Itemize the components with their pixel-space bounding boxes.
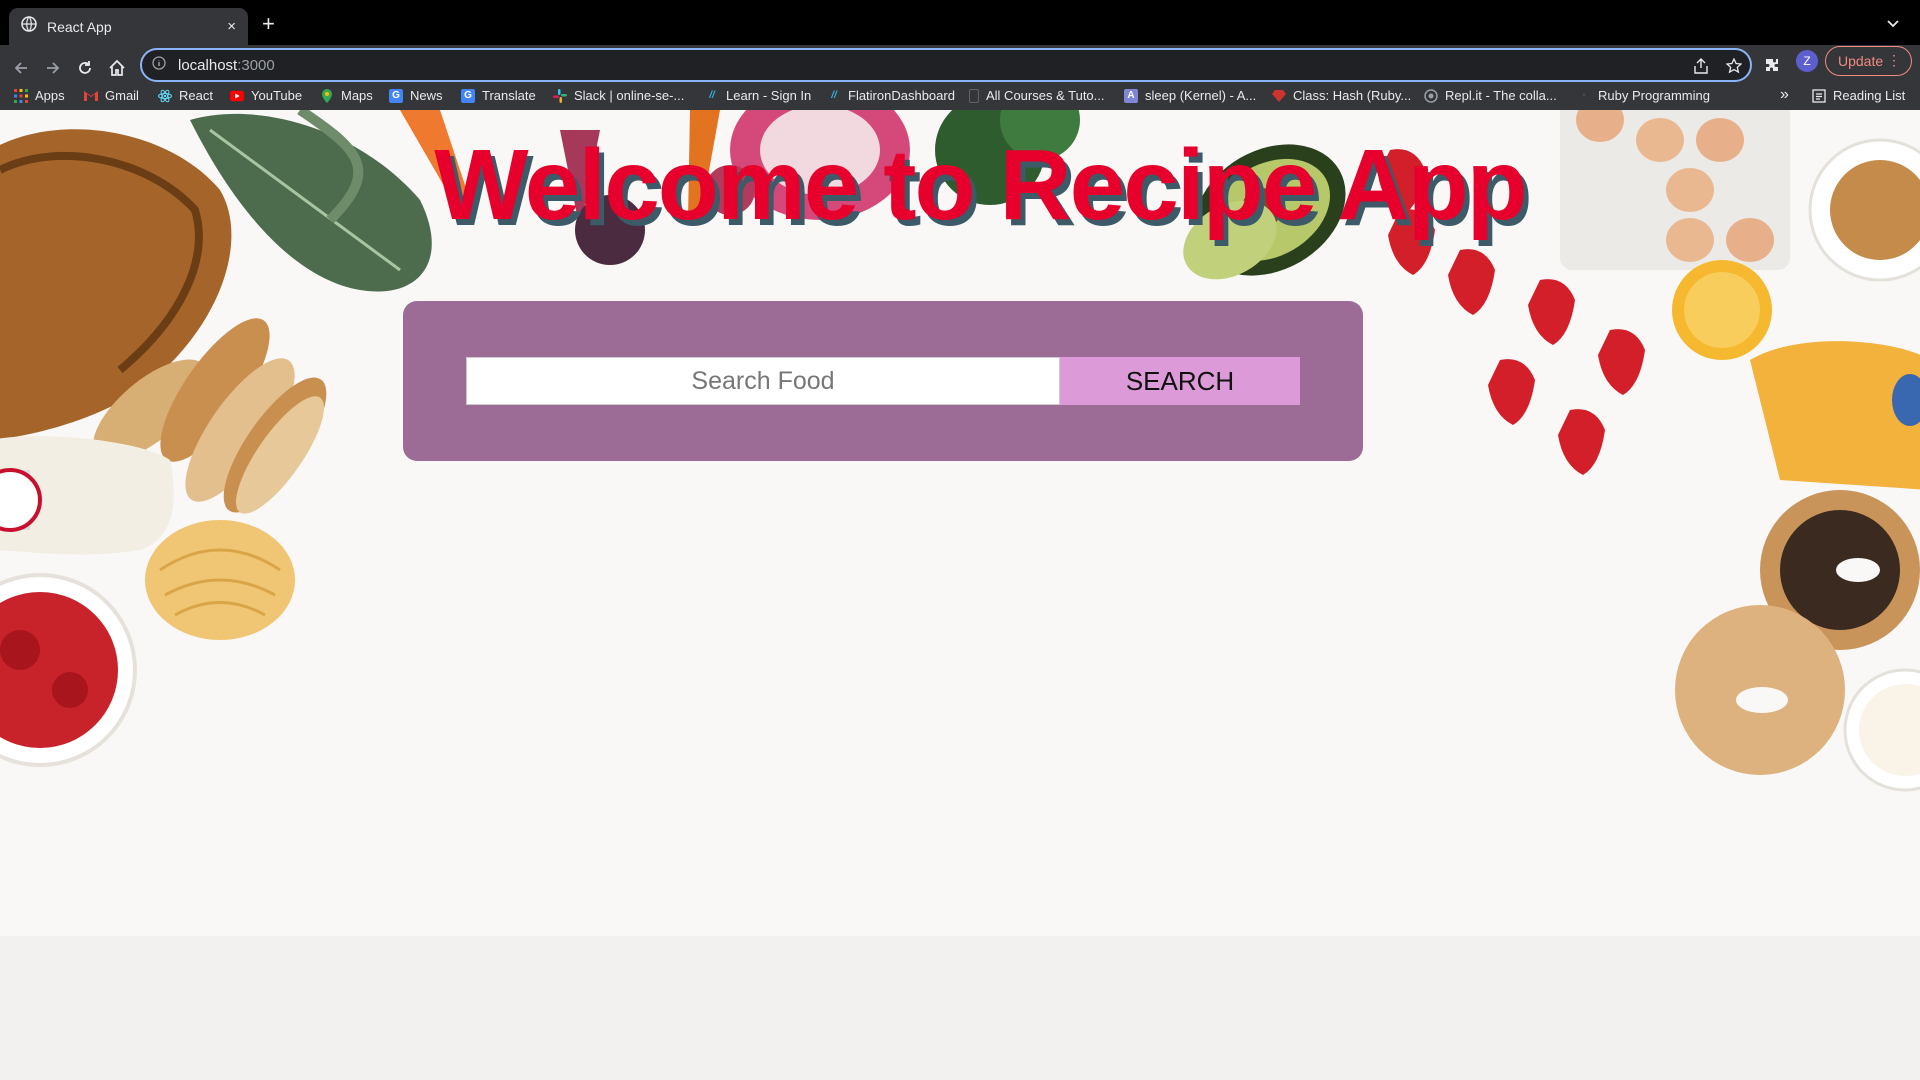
apps-grid-icon: [14, 88, 28, 103]
bookmark-label: Ruby Programming: [1598, 88, 1710, 103]
slack-icon: [553, 88, 567, 103]
back-icon[interactable]: [10, 57, 32, 79]
gmail-icon: [84, 89, 98, 103]
bookmark-label: Maps: [341, 88, 373, 103]
bookmark-class-hash[interactable]: Class: Hash (Ruby...: [1272, 88, 1411, 103]
tab-strip: React App × +: [0, 0, 1920, 45]
reading-list-label: Reading List: [1833, 88, 1906, 103]
bookmark-label: Gmail: [105, 88, 139, 103]
bookmark-label: Apps: [35, 88, 65, 103]
reading-list-button[interactable]: Reading List: [1812, 88, 1905, 103]
maps-icon: [320, 88, 334, 103]
news-icon: G: [389, 88, 403, 103]
home-icon[interactable]: [106, 57, 128, 79]
bookmarks-bar: Apps Gmail React YouTube Maps G News G Tra…: [0, 82, 1920, 110]
bookmark-label: sleep (Kernel) - A...: [1145, 88, 1257, 103]
extensions-icon[interactable]: [1764, 57, 1780, 78]
bookmark-slack[interactable]: Slack | online-se-...: [553, 88, 684, 103]
bookmark-youtube[interactable]: YouTube: [230, 88, 302, 103]
page-lower-background: [0, 936, 1920, 1080]
bookmark-react[interactable]: React: [158, 88, 213, 103]
bookmark-news[interactable]: G News: [389, 88, 443, 103]
bookmark-gmail[interactable]: Gmail: [84, 88, 139, 103]
bookmark-maps[interactable]: Maps: [320, 88, 373, 103]
bookmark-label: All Courses & Tuto...: [986, 88, 1105, 103]
bookmark-star-icon[interactable]: [1725, 57, 1743, 79]
bookmark-learn[interactable]: // Learn - Sign In: [705, 88, 811, 103]
tab-react-app[interactable]: React App ×: [9, 8, 248, 45]
bookmark-label: React: [179, 88, 213, 103]
url-text: localhost:3000: [178, 57, 275, 74]
bookmark-label: Translate: [482, 88, 536, 103]
update-button[interactable]: Update ⋮: [1825, 46, 1912, 76]
search-input[interactable]: [466, 357, 1060, 405]
bookmark-replit[interactable]: Repl.it - The colla...: [1424, 88, 1557, 103]
globe-icon: [21, 16, 37, 37]
ruby-icon: [1272, 89, 1286, 103]
url-path: :3000: [237, 56, 275, 74]
profile-avatar[interactable]: Z: [1796, 50, 1818, 72]
bookmark-sleep-kernel[interactable]: Asleep (Kernel) - A...: [1124, 88, 1256, 103]
reading-list-icon: [1812, 88, 1826, 103]
address-bar[interactable]: localhost:3000: [140, 48, 1752, 82]
update-label: Update: [1838, 53, 1884, 69]
page-viewport: Welcome to Recipe App SEARCH: [0, 110, 1920, 1080]
bookmark-translate[interactable]: G Translate: [461, 88, 536, 103]
bookmarks-overflow-button[interactable]: »: [1780, 86, 1789, 104]
youtube-icon: [230, 89, 244, 103]
search-button[interactable]: SEARCH: [1060, 357, 1300, 405]
ruby-doc-icon: A: [1124, 88, 1138, 103]
bookmark-label: YouTube: [251, 88, 303, 103]
tab-title: React App: [47, 18, 112, 35]
flatiron-icon: //: [831, 90, 837, 101]
info-icon[interactable]: [152, 55, 166, 75]
bookmark-all-courses[interactable]: All Courses & Tuto...: [969, 88, 1105, 103]
bookmark-apps[interactable]: Apps: [14, 88, 65, 103]
reload-icon[interactable]: [74, 57, 96, 79]
bookmark-flatiron-dashboard[interactable]: // FlatironDashboard: [827, 88, 955, 103]
new-tab-button[interactable]: +: [262, 12, 275, 36]
page-title: Welcome to Recipe App: [434, 129, 1528, 241]
menu-dots-icon[interactable]: ⋮: [1887, 52, 1901, 69]
page-icon: [969, 88, 979, 103]
bookmark-label: News: [410, 88, 443, 103]
tab-close-icon[interactable]: ×: [227, 18, 236, 35]
ruby-icon: ◦: [1582, 90, 1586, 101]
flatiron-icon: //: [709, 90, 715, 101]
bookmark-ruby-programming[interactable]: ◦ Ruby Programming: [1577, 88, 1710, 103]
search-form: SEARCH: [403, 301, 1363, 461]
share-icon[interactable]: [1694, 58, 1708, 79]
tab-search-icon[interactable]: [1886, 16, 1900, 34]
react-icon: [158, 89, 172, 103]
bookmark-label: Slack | online-se-...: [574, 88, 685, 103]
bookmark-label: Class: Hash (Ruby...: [1293, 88, 1412, 103]
translate-icon: G: [461, 88, 475, 103]
bookmark-label: Learn - Sign In: [726, 88, 812, 103]
url-host: localhost: [178, 56, 238, 74]
forward-icon[interactable]: [42, 57, 64, 79]
bookmark-label: FlatironDashboard: [848, 88, 955, 103]
replit-icon: [1424, 88, 1438, 103]
bookmark-label: Repl.it - The colla...: [1445, 88, 1557, 103]
